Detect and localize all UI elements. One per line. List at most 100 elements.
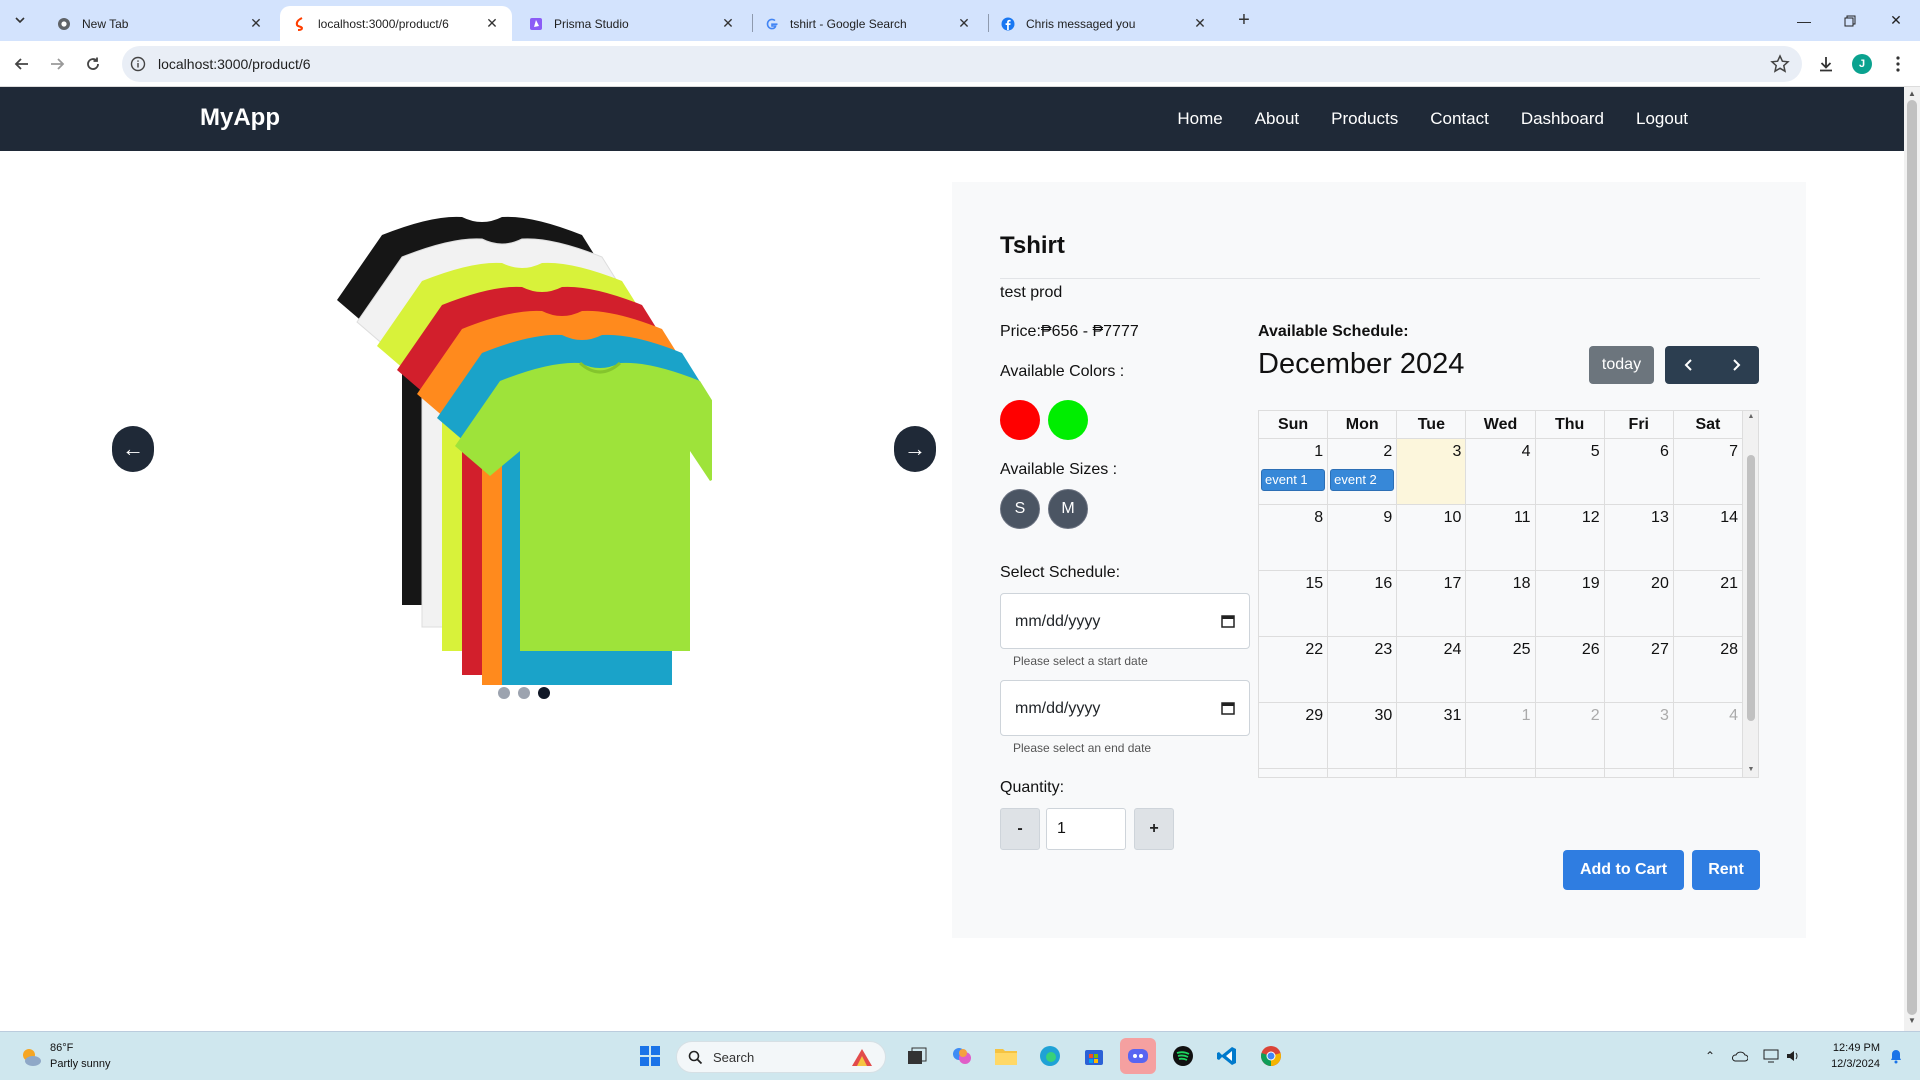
clock-date[interactable]: 12/3/2024: [1826, 1058, 1880, 1070]
tab-search-button[interactable]: [8, 8, 32, 32]
calendar-day-number[interactable]: 30: [1374, 707, 1392, 725]
calendar-day-number[interactable]: 7: [1729, 443, 1738, 461]
calendar-day-cell[interactable]: 29: [1259, 703, 1329, 768]
taskbar-search[interactable]: Search: [676, 1041, 886, 1073]
new-tab-button[interactable]: +: [1232, 8, 1256, 32]
carousel-dot-active[interactable]: [538, 687, 550, 699]
page-scrollbar-thumb[interactable]: [1907, 100, 1917, 1015]
calendar-day-cell-other-month[interactable]: 4: [1674, 703, 1743, 768]
notifications-bell-icon[interactable]: [1888, 1048, 1904, 1064]
clock-time[interactable]: 12:49 PM: [1826, 1042, 1880, 1054]
calendar-day-number[interactable]: 25: [1513, 641, 1531, 659]
bookmark-star-icon[interactable]: [1770, 54, 1790, 74]
tab-prisma-studio[interactable]: Prisma Studio ✕: [516, 6, 748, 41]
close-tab-icon[interactable]: ✕: [1192, 15, 1208, 32]
calendar-day-number[interactable]: 12: [1582, 509, 1600, 527]
site-info-icon[interactable]: [130, 56, 146, 72]
calendar-day-cell[interactable]: 21: [1674, 571, 1743, 636]
onedrive-icon[interactable]: [1732, 1048, 1748, 1064]
start-button[interactable]: [636, 1042, 664, 1070]
calendar-day-number[interactable]: 5: [1591, 443, 1600, 461]
copilot-icon[interactable]: [948, 1042, 976, 1070]
calendar-day-cell[interactable]: 9: [1328, 505, 1398, 570]
calendar-day-cell[interactable]: 5: [1536, 439, 1605, 504]
carousel-dot[interactable]: [498, 687, 510, 699]
discord-icon[interactable]: [1120, 1038, 1156, 1074]
scroll-up-icon[interactable]: ▲: [1746, 413, 1756, 420]
calendar-day-number[interactable]: 6: [1660, 443, 1669, 461]
calendar-day-cell[interactable]: 12: [1536, 505, 1605, 570]
quantity-input[interactable]: 1: [1046, 808, 1126, 850]
calendar-day-number[interactable]: 10: [1444, 509, 1462, 527]
calendar-day-number[interactable]: 29: [1305, 707, 1323, 725]
calendar-day-cell[interactable]: 25: [1466, 637, 1536, 702]
calendar-day-number[interactable]: 31: [1444, 707, 1462, 725]
calendar-day-number[interactable]: 8: [1314, 509, 1323, 527]
nav-home[interactable]: Home: [1177, 109, 1222, 129]
calendar-day-number[interactable]: 27: [1651, 641, 1669, 659]
calendar-day-cell[interactable]: 30: [1328, 703, 1398, 768]
carousel-next-button[interactable]: →: [894, 426, 936, 472]
color-swatch-red[interactable]: [1000, 400, 1040, 440]
address-bar[interactable]: localhost:3000/product/6: [122, 46, 1802, 82]
minimize-button[interactable]: —: [1781, 0, 1827, 41]
calendar-day-cell[interactable]: 26: [1536, 637, 1605, 702]
profile-button[interactable]: J: [1850, 52, 1874, 76]
close-window-button[interactable]: ✕: [1873, 0, 1919, 41]
calendar-day-number[interactable]: 11: [1514, 509, 1531, 527]
nav-dashboard[interactable]: Dashboard: [1521, 109, 1604, 129]
calendar-day-number[interactable]: 23: [1374, 641, 1392, 659]
calendar-day-number[interactable]: 24: [1444, 641, 1462, 659]
calendar-day-number[interactable]: 20: [1651, 575, 1669, 593]
calendar-day-number[interactable]: 18: [1513, 575, 1531, 593]
network-icon[interactable]: [1763, 1048, 1779, 1064]
rent-button[interactable]: Rent: [1692, 850, 1760, 890]
size-s-button[interactable]: S: [1000, 489, 1040, 529]
end-date-input[interactable]: mm/dd/yyyy: [1000, 680, 1250, 736]
color-swatch-green[interactable]: [1048, 400, 1088, 440]
brand-logo[interactable]: MyApp: [200, 104, 280, 132]
calendar-day-cell[interactable]: 6: [1605, 439, 1674, 504]
file-explorer-icon[interactable]: [992, 1042, 1020, 1070]
tab-new-tab[interactable]: New Tab ✕: [44, 6, 276, 41]
restore-button[interactable]: [1827, 0, 1873, 41]
vscode-icon[interactable]: [1213, 1042, 1241, 1070]
close-tab-icon[interactable]: ✕: [720, 15, 736, 32]
nav-logout[interactable]: Logout: [1636, 109, 1688, 129]
volume-icon[interactable]: [1785, 1048, 1801, 1064]
calendar-day-number[interactable]: 13: [1651, 509, 1669, 527]
edge-icon[interactable]: [1036, 1042, 1064, 1070]
calendar-day-cell[interactable]: 1 event 1: [1259, 439, 1329, 504]
nav-contact[interactable]: Contact: [1430, 109, 1489, 129]
carousel-dot[interactable]: [518, 687, 530, 699]
scroll-down-icon[interactable]: ▼: [1906, 1016, 1918, 1028]
calendar-day-cell[interactable]: 8: [1259, 505, 1329, 570]
calendar-icon[interactable]: [1221, 701, 1235, 715]
spotify-icon[interactable]: [1169, 1042, 1197, 1070]
tab-facebook[interactable]: Chris messaged you ✕: [988, 6, 1220, 41]
calendar-day-number[interactable]: 3: [1660, 707, 1669, 725]
calendar-event[interactable]: event 2: [1330, 469, 1395, 491]
calendar-day-number[interactable]: 28: [1720, 641, 1738, 659]
tab-product[interactable]: localhost:3000/product/6 ✕: [280, 6, 512, 41]
chrome-taskbar-icon[interactable]: [1257, 1042, 1285, 1070]
calendar-event[interactable]: event 1: [1261, 469, 1326, 491]
scroll-up-icon[interactable]: ▲: [1906, 89, 1918, 101]
close-tab-icon[interactable]: ✕: [248, 15, 264, 32]
calendar-day-number[interactable]: 1: [1314, 443, 1323, 461]
carousel-prev-button[interactable]: ←: [112, 426, 154, 472]
weather-temperature[interactable]: 86°F: [50, 1042, 73, 1054]
calendar-day-number[interactable]: 3: [1453, 443, 1462, 461]
calendar-icon[interactable]: [1221, 614, 1235, 628]
quantity-decrement-button[interactable]: -: [1000, 808, 1040, 850]
calendar-day-number[interactable]: 16: [1374, 575, 1392, 593]
calendar-day-cell[interactable]: 11: [1466, 505, 1536, 570]
show-hidden-icons[interactable]: ⌃: [1702, 1048, 1718, 1064]
reload-button[interactable]: [79, 50, 107, 78]
start-date-input[interactable]: mm/dd/yyyy: [1000, 593, 1250, 649]
size-m-button[interactable]: M: [1048, 489, 1088, 529]
calendar-scrollbar-thumb[interactable]: [1747, 455, 1755, 721]
partly-sunny-icon[interactable]: [20, 1046, 42, 1068]
nav-about[interactable]: About: [1255, 109, 1299, 129]
weather-description[interactable]: Partly sunny: [50, 1058, 111, 1070]
